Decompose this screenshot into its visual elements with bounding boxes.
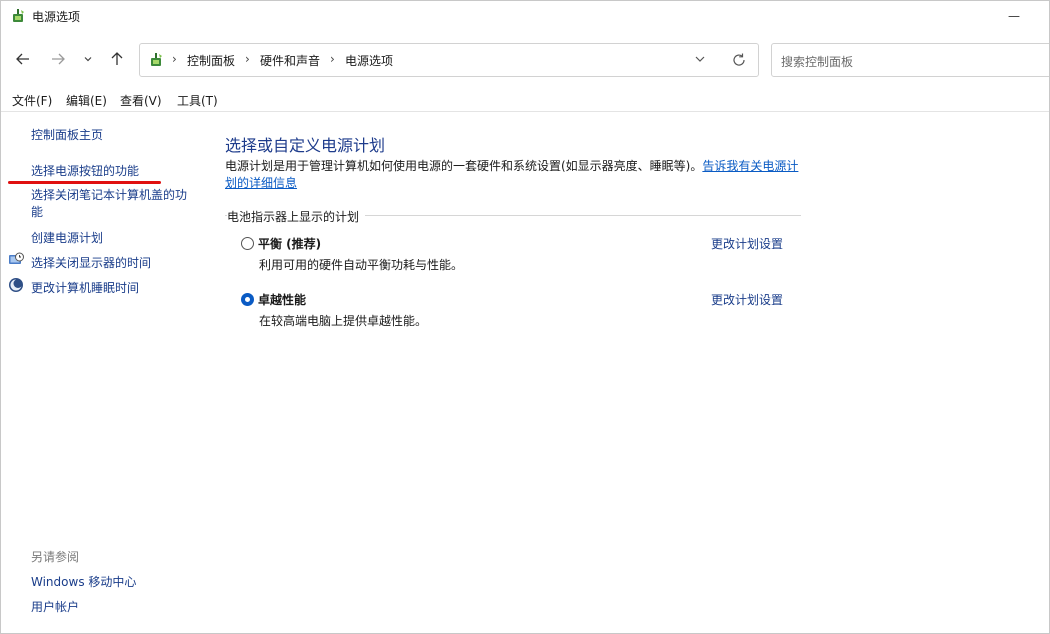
back-button[interactable]	[11, 47, 35, 71]
red-annotation-underline	[8, 181, 161, 184]
breadcrumb-separator-icon: ›	[245, 52, 250, 66]
breadcrumb-separator-icon: ›	[330, 52, 335, 66]
sleep-moon-icon	[9, 278, 23, 292]
breadcrumb-power-options[interactable]: 电源选项	[345, 52, 393, 69]
page-title: 选择或自定义电源计划	[225, 136, 386, 155]
breadcrumb-separator-icon: ›	[172, 52, 177, 66]
display-timer-icon	[9, 252, 24, 264]
plan-ultimate-radio[interactable]	[241, 293, 254, 306]
refresh-icon[interactable]	[730, 51, 748, 69]
arrow-right-icon	[52, 53, 65, 65]
user-accounts-link[interactable]: 用户帐户	[31, 598, 79, 615]
power-options-window: 电源选项 — › 控制面板 › 硬件和声音 › 电源选项 搜索控制面板 文件(F…	[0, 0, 1050, 634]
description-text: 电源计划是用于管理计算机如何使用电源的一套硬件和系统设置(如显示器亮度、睡眠等)…	[225, 159, 703, 173]
window-title: 电源选项	[32, 10, 81, 24]
plan-balanced-change-settings-link[interactable]: 更改计划设置	[711, 235, 783, 252]
plan-ultimate-change-settings-link[interactable]: 更改计划设置	[711, 291, 783, 308]
create-power-plan-link[interactable]: 创建电源计划	[31, 229, 103, 246]
title-bar: 电源选项 —	[1, 1, 1049, 33]
page-description: 电源计划是用于管理计算机如何使用电源的一套硬件和系统设置(如显示器亮度、睡眠等)…	[225, 158, 801, 192]
plan-ultimate-description: 在较高端电脑上提供卓越性能。	[259, 314, 428, 328]
left-task-pane: 控制面板主页 选择电源按钮的功能 选择关闭笔记本计算机盖的功能 创建电源计划 选…	[1, 112, 201, 632]
breadcrumb-hardware-sound[interactable]: 硬件和声音	[260, 52, 320, 69]
up-button[interactable]	[105, 47, 129, 71]
choose-display-off-time-link[interactable]: 选择关闭显示器的时间	[31, 254, 151, 271]
recent-locations-button[interactable]	[78, 47, 98, 71]
chevron-down-icon	[84, 57, 92, 62]
search-input[interactable]: 搜索控制面板	[781, 53, 853, 70]
arrow-up-icon	[111, 52, 123, 65]
menu-tools[interactable]: 工具(T)	[177, 92, 218, 109]
change-sleep-time-link[interactable]: 更改计算机睡眠时间	[31, 279, 139, 296]
plan-balanced-description: 利用可用的硬件自动平衡功耗与性能。	[259, 258, 464, 272]
choose-lid-close-link[interactable]: 选择关闭笔记本计算机盖的功能	[31, 187, 196, 221]
minimize-icon: —	[1008, 9, 1020, 23]
see-also-label: 另请参阅	[31, 550, 80, 564]
chevron-down-icon[interactable]	[692, 51, 708, 67]
navigation-bar: › 控制面板 › 硬件和声音 › 电源选项 搜索控制面板	[1, 41, 1049, 77]
power-options-icon	[13, 9, 24, 22]
plan-balanced-name[interactable]: 平衡 (推荐)	[258, 235, 321, 252]
menu-file[interactable]: 文件(F)	[12, 92, 52, 109]
forward-button[interactable]	[46, 47, 70, 71]
plan-ultimate-name[interactable]: 卓越性能	[258, 291, 306, 308]
power-options-icon	[151, 53, 162, 66]
section-label: 电池指示器上显示的计划	[227, 208, 366, 225]
menu-view[interactable]: 查看(V)	[120, 92, 162, 109]
search-box[interactable]: 搜索控制面板	[771, 43, 1049, 77]
breadcrumb-control-panel[interactable]: 控制面板	[187, 52, 235, 69]
arrow-left-icon	[16, 53, 29, 65]
control-panel-home-link[interactable]: 控制面板主页	[31, 126, 103, 143]
windows-mobility-center-link[interactable]: Windows 移动中心	[31, 573, 136, 590]
menu-bar: 文件(F) 编辑(E) 查看(V) 工具(T)	[1, 89, 1049, 112]
plan-balanced-radio[interactable]	[241, 237, 254, 250]
menu-edit[interactable]: 编辑(E)	[66, 92, 107, 109]
minimize-button[interactable]: —	[991, 1, 1037, 31]
choose-power-button-link[interactable]: 选择电源按钮的功能	[31, 162, 139, 179]
main-content: 选择或自定义电源计划 电源计划是用于管理计算机如何使用电源的一套硬件和系统设置(…	[225, 111, 825, 611]
address-bar[interactable]: › 控制面板 › 硬件和声音 › 电源选项	[139, 43, 759, 77]
